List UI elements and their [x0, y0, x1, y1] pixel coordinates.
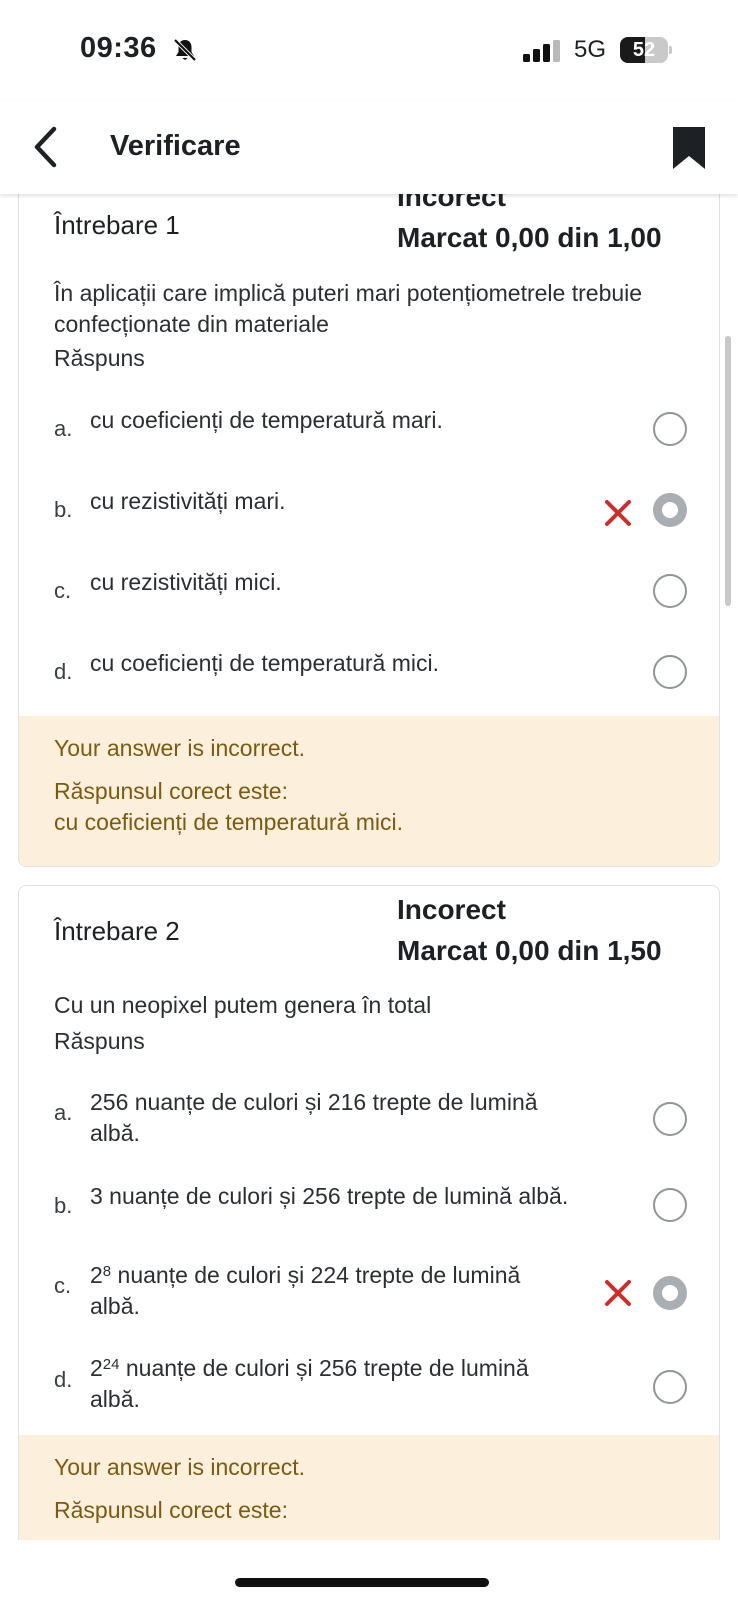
option-text: 3 nuanțe de culori și 256 trepte de lumi…	[90, 1183, 569, 1209]
incorrect-x-icon	[605, 1280, 631, 1306]
option-radio[interactable]	[653, 412, 687, 446]
option-radio[interactable]	[653, 1102, 687, 1136]
scrollbar[interactable]	[725, 336, 731, 606]
option-letter: a.	[54, 1100, 73, 1125]
question-grade: Marcat 0,00 din 1,00	[397, 222, 662, 253]
question-grade: Marcat 0,00 din 1,50	[397, 935, 662, 966]
feedback-correct-label: Răspunsul corect este:	[54, 778, 288, 804]
option-letter: b.	[54, 497, 73, 522]
option-radio-selected[interactable]	[653, 493, 687, 527]
incorrect-x-icon	[605, 500, 631, 526]
answer-label: Răspuns	[54, 345, 145, 371]
option-text: 224 nuanțe de culori și 256 trepte de lu…	[90, 1355, 529, 1412]
header: Verificare	[0, 100, 738, 194]
option-text: cu coeficienți de temperatură mari.	[90, 407, 443, 433]
answer-label: Răspuns	[54, 1028, 145, 1054]
option-text: 28 nuanțe de culori și 224 trepte de lum…	[90, 1262, 521, 1319]
quiz-review-content[interactable]: Întrebare 1 Incorect Marcat 0,00 din 1,0…	[0, 194, 738, 1540]
feedback-correct-answer: cu coeficienți de temperatură mici.	[54, 809, 403, 835]
option-letter: d.	[54, 1367, 73, 1392]
cellular-signal-icon	[523, 40, 560, 62]
option-radio[interactable]	[653, 1370, 687, 1404]
feedback-box: Your answer is incorrect. Răspunsul core…	[19, 716, 719, 866]
question-card-2: Întrebare 2 Incorect Marcat 0,00 din 1,5…	[18, 885, 720, 1540]
status-bar: 09:36 5G 52	[0, 0, 738, 100]
option-text: cu rezistivități mici.	[90, 569, 282, 595]
option-letter: d.	[54, 659, 73, 684]
option-text: 256 nuanțe de culori și 216 trepte de lu…	[90, 1089, 538, 1146]
battery-level: 52	[632, 39, 656, 61]
option-letter: a.	[54, 416, 73, 441]
option-letter: b.	[54, 1193, 73, 1218]
option-text: cu rezistivități mari.	[90, 488, 286, 514]
option-letter: c.	[54, 578, 72, 603]
feedback-correct-label: Răspunsul corect este:	[54, 1497, 288, 1523]
question-text: Cu un neopixel putem genera în total	[54, 992, 432, 1018]
question-state: Incorect	[397, 894, 506, 925]
feedback-box: Your answer is incorrect. Răspunsul core…	[19, 1435, 719, 1540]
feedback-result: Your answer is incorrect.	[54, 1454, 305, 1480]
feedback-result: Your answer is incorrect.	[54, 735, 305, 761]
back-chevron-icon[interactable]	[30, 124, 66, 170]
option-radio[interactable]	[653, 1188, 687, 1222]
page-title: Verificare	[110, 130, 241, 162]
option-radio[interactable]	[653, 574, 687, 608]
home-indicator[interactable]	[235, 1578, 489, 1587]
battery-icon: 52	[620, 37, 672, 63]
question-card-1: Întrebare 1 Incorect Marcat 0,00 din 1,0…	[18, 194, 720, 867]
network-type: 5G	[574, 36, 607, 63]
option-radio[interactable]	[653, 655, 687, 689]
bookmark-icon[interactable]	[670, 124, 708, 172]
option-letter: c.	[54, 1273, 72, 1298]
question-text: În aplicații care implică puteri mari po…	[54, 280, 643, 337]
option-text: cu coeficienți de temperatură mici.	[90, 650, 439, 676]
status-time: 09:36	[80, 32, 157, 64]
question-label: Întrebare 1	[54, 210, 180, 240]
question-state: Incorect	[397, 194, 506, 212]
question-label: Întrebare 2	[54, 916, 180, 946]
option-radio-selected[interactable]	[653, 1276, 687, 1310]
bell-slash-icon	[173, 38, 197, 62]
